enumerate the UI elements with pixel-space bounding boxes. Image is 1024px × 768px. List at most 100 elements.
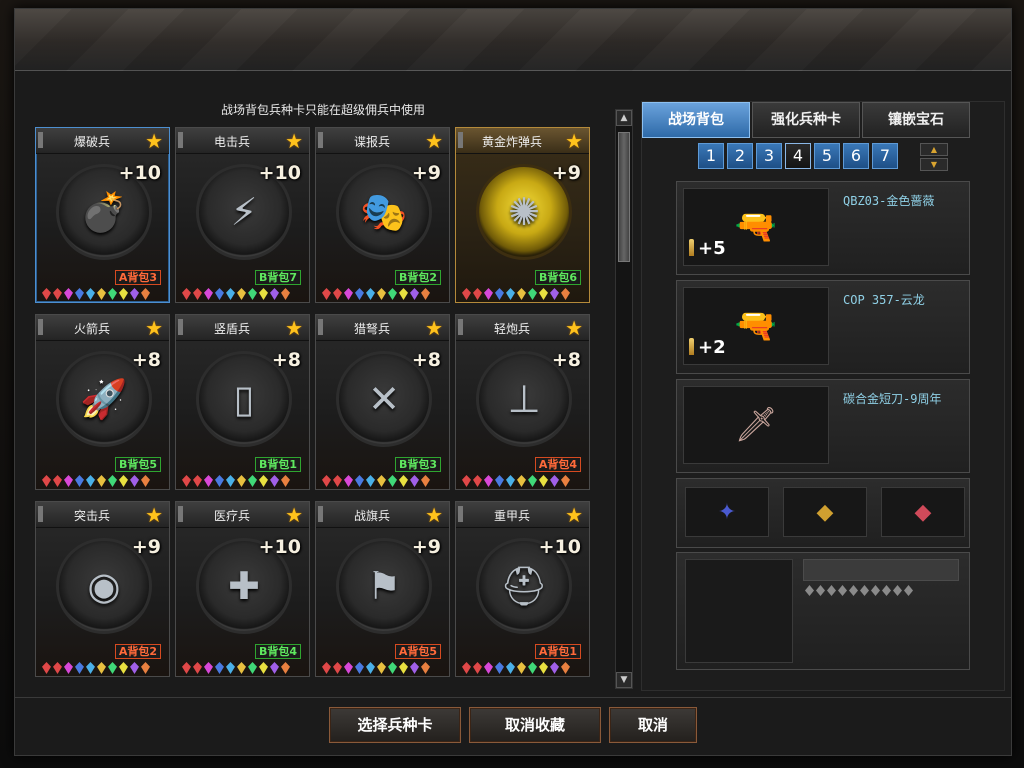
page-button-3[interactable]: 3 (756, 143, 782, 169)
tab-inlay-gem[interactable]: 镶嵌宝石 (862, 102, 970, 138)
page-button-7[interactable]: 7 (872, 143, 898, 169)
gem-icon (473, 475, 482, 487)
unit-card[interactable]: 轻炮兵 ★ ⊥ +8 A背包4 (455, 314, 590, 490)
page-button-1[interactable]: 1 (698, 143, 724, 169)
cancel-button[interactable]: 取消 (609, 707, 697, 743)
gem-icon (484, 288, 493, 300)
gem-icon (226, 475, 235, 487)
scroll-thumb[interactable] (618, 132, 630, 262)
card-gems (42, 662, 166, 674)
gem-icon (86, 288, 95, 300)
gem-icon (473, 662, 482, 674)
loadout-tabs: 战场背包 强化兵种卡 镶嵌宝石 (642, 102, 1004, 138)
unit-card[interactable]: 医疗兵 ★ ✚ +10 B背包4 (175, 501, 310, 677)
gem-name-bar (803, 559, 959, 581)
card-header: 轻炮兵 ★ (456, 315, 589, 341)
favorite-star-icon[interactable]: ★ (565, 504, 583, 526)
favorite-star-icon[interactable]: ★ (145, 504, 163, 526)
unit-card[interactable]: 重甲兵 ★ ⛑ +10 A背包1 (455, 501, 590, 677)
gem-icon (204, 288, 213, 300)
gem-level-dot (805, 585, 814, 596)
grenade-red-icon[interactable]: ◆ (881, 487, 965, 537)
unit-card[interactable]: 竖盾兵 ★ ▯ +8 B背包1 (175, 314, 310, 490)
gem-icon (399, 475, 408, 487)
card-level: +8 (411, 349, 441, 371)
gem-icon (484, 475, 493, 487)
gem-icon (506, 662, 515, 674)
favorite-star-icon[interactable]: ★ (565, 130, 583, 152)
grenade-gold-icon[interactable]: ◆ (783, 487, 867, 537)
unit-card[interactable]: 爆破兵 ★ 💣 +10 A背包3 (35, 127, 170, 303)
card-gems (322, 288, 446, 300)
gem-socket-box[interactable] (685, 559, 793, 663)
favorite-star-icon[interactable]: ★ (285, 130, 303, 152)
scroll-down-button[interactable]: ▼ (616, 672, 632, 688)
card-name: 火箭兵 (73, 322, 110, 336)
favorite-star-icon[interactable]: ★ (425, 130, 443, 152)
unfavorite-button[interactable]: 取消收藏 (469, 707, 601, 743)
gem-icon (215, 288, 224, 300)
gem-icon (528, 475, 537, 487)
tab-battle-backpack[interactable]: 战场背包 (642, 102, 750, 138)
weapon-slot[interactable]: 🗡 碳合金短刀-9周年 (676, 379, 970, 473)
favorite-star-icon[interactable]: ★ (145, 130, 163, 152)
unit-card[interactable]: 突击兵 ★ ◉ +9 A背包2 (35, 501, 170, 677)
gem-icon (86, 662, 95, 674)
gem-icon (204, 662, 213, 674)
favorite-star-icon[interactable]: ★ (565, 317, 583, 339)
card-name: 电击兵 (213, 135, 250, 149)
gem-icon (344, 288, 353, 300)
favorite-star-icon[interactable]: ★ (425, 317, 443, 339)
backpack-badge: B背包4 (254, 644, 301, 659)
gem-icon (539, 288, 548, 300)
favorite-star-icon[interactable]: ★ (145, 317, 163, 339)
page-down-icon[interactable]: ▼ (920, 158, 948, 171)
gem-icon (75, 288, 84, 300)
unit-card[interactable]: 黄金炸弹兵 ★ ✺ +9 B背包6 (455, 127, 590, 303)
weapon-slot[interactable]: 🔫 +2 COP 357-云龙 (676, 280, 970, 374)
page-button-4[interactable]: 4 (785, 143, 811, 169)
unit-card[interactable]: 谍报兵 ★ 🎭 +9 B背包2 (315, 127, 450, 303)
select-card-button[interactable]: 选择兵种卡 (329, 707, 461, 743)
favorite-star-icon[interactable]: ★ (425, 504, 443, 526)
card-scrollbar[interactable]: ▲ ▼ (615, 109, 633, 689)
gem-icon (130, 662, 139, 674)
gem-icon (108, 475, 117, 487)
unit-card[interactable]: 电击兵 ★ ⚡ +10 B背包7 (175, 127, 310, 303)
gem-icon (182, 288, 191, 300)
notice-text: 战场背包兵种卡只能在超级佣兵中使用 (220, 103, 425, 117)
weapon-name: 碳合金短刀-9周年 (843, 392, 942, 406)
weapon-slot[interactable]: 🔫 +5 QBZ03-金色蔷薇 (676, 181, 970, 275)
gem-icon (281, 475, 290, 487)
card-gems (42, 288, 166, 300)
favorite-star-icon[interactable]: ★ (285, 317, 303, 339)
card-name: 重甲兵 (493, 509, 530, 523)
unit-card[interactable]: 猎弩兵 ★ ✕ +8 B背包3 (315, 314, 450, 490)
gem-icon (97, 288, 106, 300)
page-button-5[interactable]: 5 (814, 143, 840, 169)
gem-icon (130, 288, 139, 300)
gem-icon (495, 662, 504, 674)
tab-enhance-card[interactable]: 强化兵种卡 (752, 102, 860, 138)
scroll-up-button[interactable]: ▲ (616, 110, 632, 126)
weapon-level: +5 (689, 238, 726, 259)
gem-icon (237, 288, 246, 300)
gem-icon (97, 662, 106, 674)
weapon-level-value: +5 (698, 238, 726, 259)
grenade-blue-icon[interactable]: ✦ (685, 487, 769, 537)
page-button-2[interactable]: 2 (727, 143, 753, 169)
gem-icon (226, 662, 235, 674)
favorite-star-icon[interactable]: ★ (285, 504, 303, 526)
gem-icon (550, 288, 559, 300)
gem-icon (561, 288, 570, 300)
backpack-badge: B背包5 (114, 457, 161, 472)
page-up-icon[interactable]: ▲ (920, 143, 948, 156)
grenade-slots: ✦ ◆ ◆ (676, 478, 970, 548)
gem-icon (42, 288, 51, 300)
card-gems (182, 662, 306, 674)
pager-arrows: ▲ ▼ (920, 143, 948, 171)
unit-card[interactable]: 战旗兵 ★ ⚑ +9 A背包5 (315, 501, 450, 677)
unit-card[interactable]: 火箭兵 ★ 🚀 +8 B背包5 (35, 314, 170, 490)
page-button-6[interactable]: 6 (843, 143, 869, 169)
gem-icon (193, 662, 202, 674)
